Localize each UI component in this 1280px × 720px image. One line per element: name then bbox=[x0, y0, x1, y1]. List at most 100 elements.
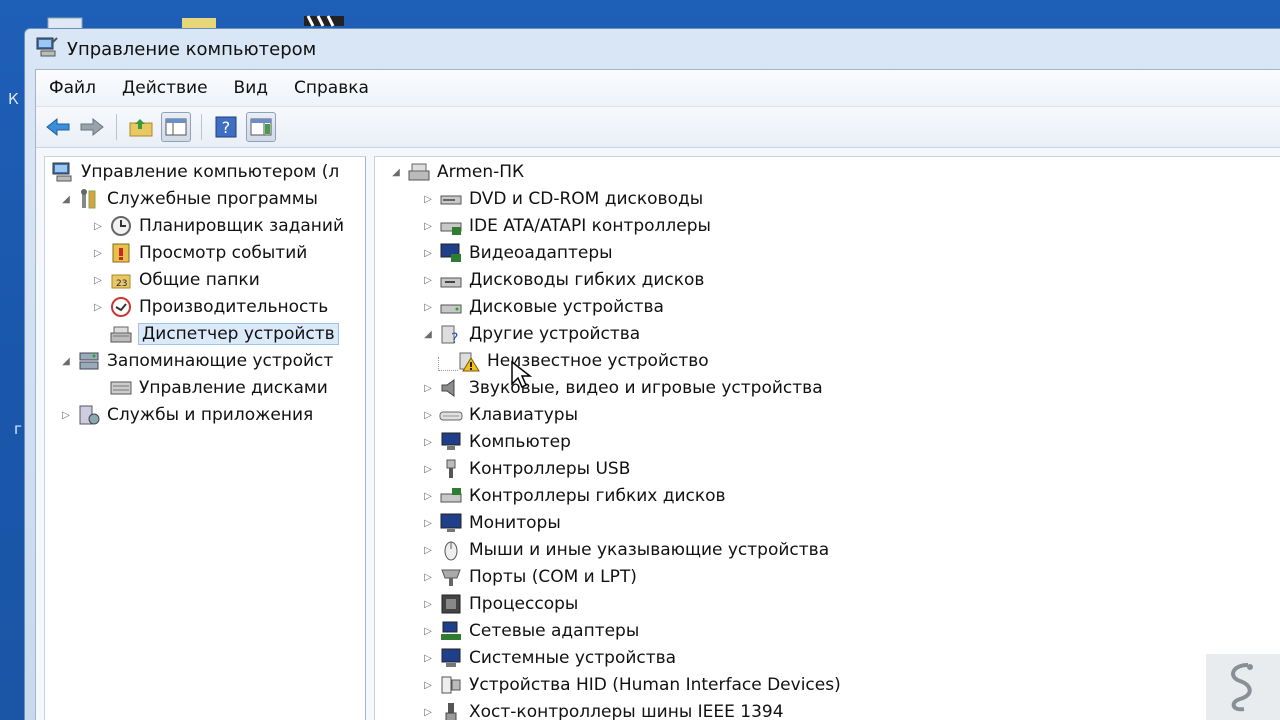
console-tree-pane[interactable]: Управление компьютером (л ◢ Служебные пр… bbox=[44, 156, 366, 720]
menu-help[interactable]: Справка bbox=[281, 78, 382, 98]
device-tree-root[interactable]: ◢ Armen-ПК bbox=[389, 159, 524, 185]
tree-node-storage[interactable]: ◢ Запоминающие устройст bbox=[59, 348, 333, 374]
tree-node-shared-folders[interactable]: ▷ 23 Общие папки bbox=[91, 267, 260, 293]
svg-text:?: ? bbox=[222, 118, 231, 137]
desktop-icons-strip bbox=[40, 0, 370, 33]
device-category[interactable]: ▷ DVD и CD-ROM дисководы bbox=[421, 186, 703, 212]
expanded-arrow-icon[interactable]: ◢ bbox=[59, 354, 73, 368]
device-category[interactable]: ▷ Контроллеры USB bbox=[421, 456, 630, 482]
device-category[interactable]: ▷ Устройства HID (Human Interface Device… bbox=[421, 672, 841, 698]
menu-action[interactable]: Действие bbox=[109, 78, 221, 98]
storage-icon bbox=[77, 349, 101, 373]
pane-splitter[interactable] bbox=[366, 148, 374, 720]
collapsed-arrow-icon[interactable]: ▷ bbox=[421, 516, 435, 530]
device-category[interactable]: ▷ IDE ATA/ATAPI контроллеры bbox=[421, 213, 711, 239]
shared-folder-icon: 23 bbox=[109, 268, 133, 292]
collapsed-arrow-icon[interactable]: ▷ bbox=[421, 300, 435, 314]
tree-node-system-tools[interactable]: ◢ Служебные программы bbox=[59, 186, 318, 212]
tree-node-performance[interactable]: ▷ Производительность bbox=[91, 294, 328, 320]
collapsed-arrow-icon[interactable]: ▷ bbox=[421, 489, 435, 503]
collapsed-arrow-icon[interactable]: ▷ bbox=[421, 219, 435, 233]
device-tree-pane[interactable]: ◢ Armen-ПК ▷ DVD и CD-ROM дисководы ▷ ID… bbox=[374, 156, 1280, 720]
collapsed-arrow-icon[interactable]: ▷ bbox=[421, 543, 435, 557]
expanded-arrow-icon[interactable]: ◢ bbox=[389, 165, 403, 179]
help-button[interactable]: ? bbox=[212, 113, 240, 141]
other-devices-icon: ? bbox=[439, 322, 463, 346]
device-category[interactable]: ▷ Контроллеры гибких дисков bbox=[421, 483, 725, 509]
tree-node-computer-management[interactable]: Управление компьютером (л bbox=[51, 159, 339, 185]
device-category-label: Видеоадаптеры bbox=[469, 243, 613, 263]
collapsed-arrow-icon[interactable]: ▷ bbox=[421, 246, 435, 260]
ieee1394-icon bbox=[439, 700, 463, 720]
collapsed-arrow-icon[interactable]: ▷ bbox=[421, 273, 435, 287]
collapsed-arrow-icon[interactable]: ▷ bbox=[421, 597, 435, 611]
tree-node-task-scheduler[interactable]: ▷ Планировщик заданий bbox=[91, 213, 344, 239]
device-category[interactable]: ▷ Процессоры bbox=[421, 591, 578, 617]
network-adapter-icon bbox=[439, 619, 463, 643]
device-category-label: Мыши и иные указывающие устройства bbox=[469, 540, 830, 560]
forward-arrow-icon bbox=[80, 117, 104, 137]
collapsed-arrow-icon[interactable]: ▷ bbox=[59, 408, 73, 422]
device-category-label: Устройства HID (Human Interface Devices) bbox=[469, 675, 841, 695]
collapsed-arrow-icon[interactable]: ▷ bbox=[91, 219, 105, 233]
device-category[interactable]: ▷ Клавиатуры bbox=[421, 402, 578, 428]
collapsed-arrow-icon[interactable]: ▷ bbox=[421, 678, 435, 692]
device-category[interactable]: ▷ Порты (COM и LPT) bbox=[421, 564, 637, 590]
device-category-expanded[interactable]: ◢ ? Другие устройства bbox=[421, 321, 640, 347]
menu-view[interactable]: Вид bbox=[221, 78, 281, 98]
device-category[interactable]: ▷ Звуковые, видео и игровые устройства bbox=[421, 375, 822, 401]
show-hide-console-tree-button[interactable] bbox=[161, 112, 191, 142]
device-category-label: Контроллеры USB bbox=[469, 459, 631, 479]
device-category[interactable]: ▷ Системные устройства bbox=[421, 645, 676, 671]
window-title: Управление компьютером bbox=[67, 38, 317, 60]
tree-node-label: Запоминающие устройст bbox=[107, 351, 334, 371]
show-hide-action-pane-button[interactable] bbox=[246, 112, 276, 142]
svg-text:23: 23 bbox=[116, 279, 127, 289]
device-category[interactable]: ▷ Дисковые устройства bbox=[421, 294, 664, 320]
collapsed-arrow-icon[interactable]: ▷ bbox=[91, 246, 105, 260]
device-category-label: Порты (COM и LPT) bbox=[469, 567, 637, 587]
collapsed-arrow-icon[interactable]: ▷ bbox=[421, 570, 435, 584]
tree-node-services-applications[interactable]: ▷ Службы и приложения bbox=[59, 402, 313, 428]
collapsed-arrow-icon[interactable]: ▷ bbox=[421, 408, 435, 422]
collapsed-arrow-icon[interactable]: ▷ bbox=[91, 300, 105, 314]
mouse-icon bbox=[439, 538, 463, 562]
device-category[interactable]: ▷ Видеоадаптеры bbox=[421, 240, 613, 266]
device-item-unknown[interactable]: Неизвестное устройство bbox=[453, 348, 709, 374]
disk-drive-icon bbox=[439, 295, 463, 319]
tree-node-disk-management[interactable]: Управление дисками bbox=[105, 375, 328, 401]
device-category-label: Процессоры bbox=[469, 594, 579, 614]
collapsed-arrow-icon[interactable]: ▷ bbox=[421, 381, 435, 395]
processor-icon bbox=[439, 592, 463, 616]
device-category[interactable]: ▷ Сетевые адаптеры bbox=[421, 618, 639, 644]
device-category[interactable]: ▷ Хост-контроллеры шины IEEE 1394 bbox=[421, 699, 784, 720]
tree-node-event-viewer[interactable]: ▷ Просмотр событий bbox=[91, 240, 307, 266]
title-bar[interactable]: Управление компьютером bbox=[25, 29, 1280, 69]
collapsed-arrow-icon[interactable]: ▷ bbox=[421, 192, 435, 206]
collapsed-arrow-icon[interactable]: ▷ bbox=[91, 273, 105, 287]
forward-button[interactable] bbox=[78, 113, 106, 141]
expanded-arrow-icon[interactable]: ◢ bbox=[421, 327, 435, 341]
collapsed-arrow-icon[interactable]: ▷ bbox=[421, 462, 435, 476]
device-category-label: DVD и CD-ROM дисководы bbox=[469, 189, 704, 209]
device-category[interactable]: ▷ Дисководы гибких дисков bbox=[421, 267, 704, 293]
back-arrow-icon bbox=[46, 117, 70, 137]
collapsed-arrow-icon[interactable]: ▷ bbox=[421, 705, 435, 719]
device-category[interactable]: ▷ Мыши и иные указывающие устройства bbox=[421, 537, 829, 563]
device-category[interactable]: ▷ Компьютер bbox=[421, 429, 571, 455]
device-category[interactable]: ▷ Мониторы bbox=[421, 510, 561, 536]
collapsed-arrow-icon[interactable]: ▷ bbox=[421, 624, 435, 638]
tree-node-device-manager[interactable]: Диспетчер устройств bbox=[105, 321, 339, 347]
console-tree-icon bbox=[165, 118, 187, 136]
usb-icon bbox=[439, 457, 463, 481]
menu-file[interactable]: Файл bbox=[36, 78, 109, 98]
collapsed-arrow-icon[interactable]: ▷ bbox=[421, 651, 435, 665]
expanded-arrow-icon[interactable]: ◢ bbox=[59, 192, 73, 206]
computer-management-window: Управление компьютером Файл Действие Вид… bbox=[24, 28, 1280, 720]
up-level-button[interactable] bbox=[127, 113, 155, 141]
tree-node-label: Общие папки bbox=[139, 270, 260, 290]
services-icon bbox=[77, 403, 101, 427]
app-icon bbox=[35, 36, 59, 63]
back-button[interactable] bbox=[44, 113, 72, 141]
collapsed-arrow-icon[interactable]: ▷ bbox=[421, 435, 435, 449]
